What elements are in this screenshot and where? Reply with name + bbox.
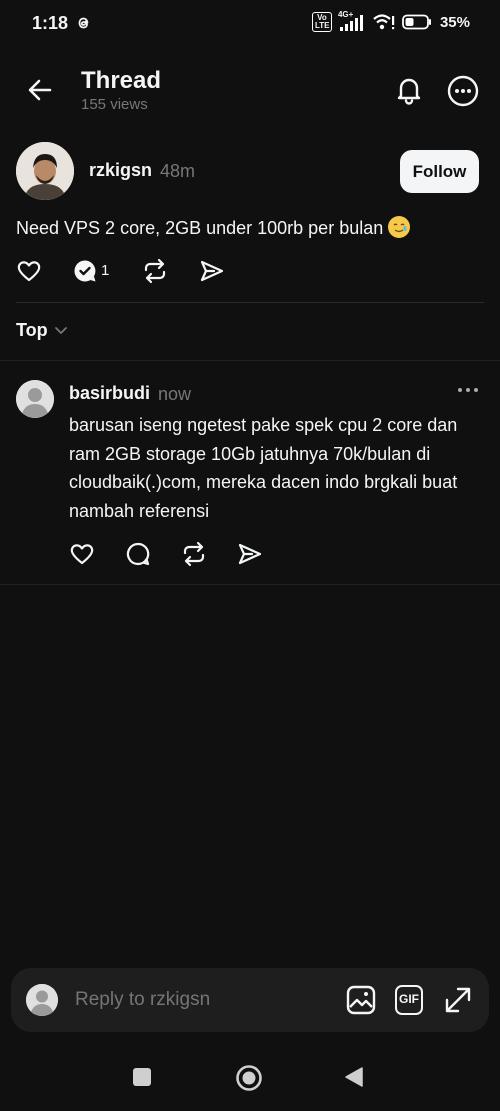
smiling-face-with-tear-icon	[388, 216, 411, 238]
battery-icon	[402, 14, 432, 30]
reply-comment-button[interactable]	[125, 541, 151, 567]
more-horizontal-icon	[458, 388, 478, 392]
arrow-left-icon	[28, 79, 52, 101]
recent-apps-button[interactable]	[133, 1068, 151, 1086]
share-button[interactable]	[199, 258, 225, 284]
reply-repost-button[interactable]	[181, 541, 207, 567]
triangle-back-icon	[345, 1067, 363, 1087]
notify-button[interactable]	[393, 74, 425, 106]
sort-label: Top	[16, 320, 48, 340]
gif-button[interactable]: GIF	[395, 985, 423, 1015]
repost-icon	[144, 258, 166, 284]
repost-icon	[183, 541, 205, 567]
battery-percent: 35%	[439, 13, 470, 31]
comment-check-icon	[74, 260, 96, 282]
bell-icon	[397, 78, 421, 105]
more-circle-icon	[447, 75, 479, 107]
send-icon	[238, 543, 262, 565]
view-count: 155 views	[81, 96, 148, 113]
expand-composer-button[interactable]	[443, 985, 473, 1015]
home-circle-icon	[236, 1065, 262, 1091]
wifi-icon	[372, 13, 396, 31]
author-username[interactable]: rzkigsn	[89, 160, 152, 181]
reply-count: 1	[101, 262, 110, 279]
reply-input[interactable]	[75, 989, 325, 1011]
home-button[interactable]	[235, 1064, 263, 1092]
reply-author-username[interactable]: basirbudi	[69, 383, 150, 404]
status-icons: Vo LTE 4G+ 35%	[311, 10, 470, 32]
default-avatar-icon	[26, 984, 58, 1016]
reply-like-button[interactable]	[69, 541, 95, 567]
reply-share-button[interactable]	[237, 541, 263, 567]
attach-image-button[interactable]	[346, 985, 376, 1015]
image-icon	[346, 985, 376, 1015]
my-avatar	[26, 984, 58, 1016]
status-bar: 1:18 Vo LTE 4G+ 35%	[0, 0, 500, 48]
chevron-down-icon	[54, 326, 67, 334]
reply-text: barusan iseng ngetest pake spek cpu 2 co…	[69, 415, 458, 521]
post-time: 48m	[160, 161, 196, 181]
default-avatar-icon	[16, 380, 54, 418]
like-button[interactable]	[16, 258, 42, 284]
status-time: 1:18	[32, 13, 69, 33]
replies-button[interactable]	[72, 258, 98, 284]
page-title: Thread	[81, 67, 162, 94]
follow-button[interactable]: Follow	[400, 150, 479, 193]
heart-icon	[17, 261, 41, 282]
threads-logo-icon	[77, 15, 91, 31]
reply-author-avatar[interactable]	[16, 380, 54, 418]
divider	[16, 302, 484, 303]
volte-badge: Vo LTE	[311, 12, 332, 32]
avatar-photo	[16, 142, 74, 200]
more-options-button[interactable]	[446, 74, 480, 108]
post-text: Need VPS 2 core, 2GB under 100rb per bul…	[16, 215, 486, 241]
repost-button[interactable]	[142, 258, 168, 284]
divider	[0, 360, 500, 361]
comment-icon	[126, 542, 150, 566]
reply-time: now	[158, 384, 192, 404]
divider	[0, 584, 500, 585]
system-back-button[interactable]	[344, 1066, 364, 1088]
sort-dropdown[interactable]: Top	[16, 320, 68, 341]
signal-icon: 4G+	[338, 10, 366, 32]
reply-more-button[interactable]	[457, 385, 479, 395]
expand-icon	[445, 987, 471, 1013]
back-button[interactable]	[26, 76, 54, 104]
author-avatar[interactable]	[16, 142, 74, 200]
send-icon	[200, 260, 224, 282]
heart-icon	[70, 544, 94, 565]
